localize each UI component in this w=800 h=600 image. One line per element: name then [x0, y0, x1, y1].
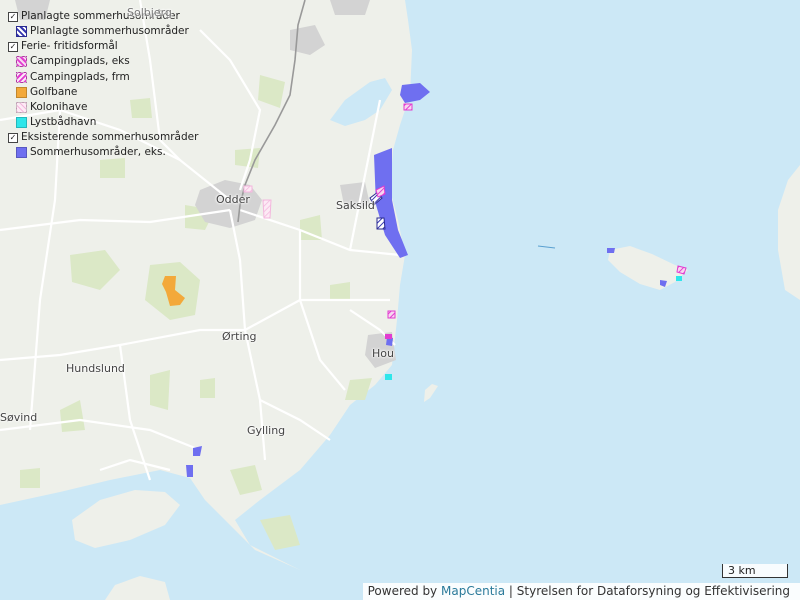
legend-item-label: Campingplads, eks	[30, 55, 130, 68]
place-label-odder: Odder	[216, 193, 250, 206]
legend-group-label: Ferie- fritidsformål	[21, 40, 118, 53]
koloni-swatch	[16, 101, 27, 113]
legend-item-camping-frm: Campingplads, frm	[16, 71, 198, 84]
legend-item-koloni: Kolonihave	[16, 101, 198, 114]
attribution-source: | Styrelsen for Dataforsyning og Effekti…	[508, 584, 790, 598]
place-label-solbjerg: Solbjerg	[127, 6, 172, 19]
checkbox-icon[interactable]: ✓	[8, 11, 18, 22]
legend-group-label: Eksisterende sommerhusområder	[21, 131, 199, 143]
scale-label: 3 km	[728, 564, 756, 577]
camping-existing	[385, 334, 392, 339]
legend-item-golf: Golfbane	[16, 86, 198, 99]
sommerhus-swatch	[16, 147, 27, 159]
checkbox-icon[interactable]: ✓	[8, 41, 18, 52]
map-legend: ✓ Planlagte sommerhusområder Planlagte s…	[8, 8, 198, 161]
attribution-prefix: Powered by	[367, 584, 438, 598]
hatch-blue-swatch	[16, 26, 27, 38]
legend-item-lystbaad: Lystbådhavn	[16, 116, 198, 129]
legend-item-label: Planlagte sommerhusområder	[30, 25, 189, 38]
legend-group-ferie[interactable]: ✓ Ferie- fritidsformål	[8, 40, 198, 53]
legend-item-label: Golfbane	[30, 85, 78, 98]
lagoon	[330, 78, 392, 126]
legend-item-camping-eks: Campingplads, eks	[16, 55, 198, 68]
checkbox-icon[interactable]: ✓	[8, 132, 18, 143]
lystbaad-swatch	[16, 116, 27, 128]
legend-item-label: Campingplads, frm	[30, 70, 130, 83]
place-label-saksild: Saksild	[336, 199, 375, 212]
golf-swatch	[16, 86, 27, 98]
place-label-sovind: Søvind	[0, 411, 38, 424]
place-label-orting: Ørting	[222, 330, 257, 343]
place-label-gylling: Gylling	[247, 424, 286, 437]
scale-bar: 3 km	[722, 564, 788, 578]
place-label-hou: Hou	[372, 347, 394, 360]
legend-item-label: Sommerhusområder, eks.	[30, 146, 166, 159]
legend-group-existing[interactable]: ✓ Eksisterende sommerhusområder	[8, 131, 198, 144]
legend-item-existing-sommerhus: Sommerhusområder, eks.	[16, 146, 198, 159]
map-attribution: Powered by MapCentia | Styrelsen for Dat…	[362, 583, 800, 600]
mapcentia-link[interactable]: MapCentia	[441, 584, 505, 598]
camping-eks-swatch	[16, 56, 27, 68]
legend-item-label: Lystbådhavn	[30, 115, 97, 128]
legend-item-label: Kolonihave	[30, 100, 88, 113]
place-label-hundslund: Hundslund	[66, 362, 125, 375]
legend-item-planned-sommerhus: Planlagte sommerhusområder	[16, 25, 198, 38]
camping-frm-swatch	[16, 71, 27, 83]
